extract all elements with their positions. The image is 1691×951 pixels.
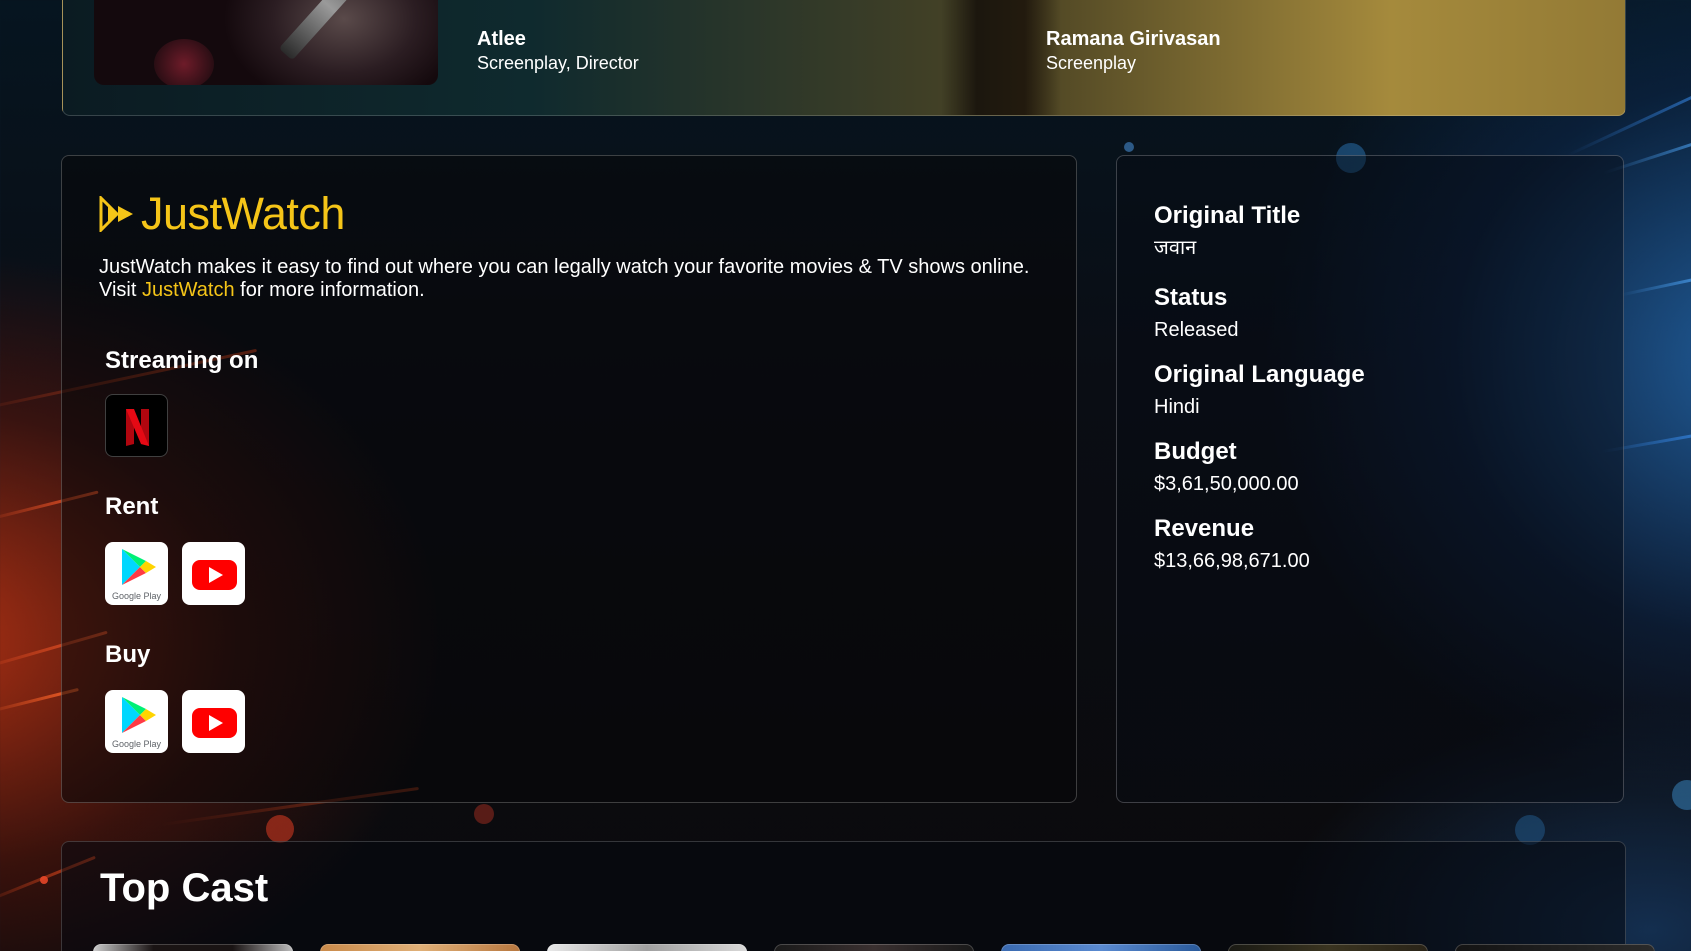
cast-photo[interactable] bbox=[320, 944, 520, 951]
justwatch-play-icon bbox=[99, 196, 133, 232]
youtube-icon[interactable] bbox=[182, 690, 245, 753]
movie-details-card: Original Title जवान Status Released Orig… bbox=[1116, 155, 1624, 803]
cast-photo[interactable] bbox=[1455, 944, 1655, 951]
buy-providers: Google Play bbox=[105, 690, 245, 753]
top-cast-title: Top Cast bbox=[100, 866, 269, 910]
detail-label: Original Language bbox=[1154, 361, 1365, 388]
detail-value: $13,66,98,671.00 bbox=[1154, 550, 1310, 572]
rent-providers: Google Play bbox=[105, 542, 245, 605]
detail-original-title: Original Title जवान bbox=[1154, 202, 1300, 260]
cast-photo[interactable] bbox=[547, 944, 747, 951]
cast-photo[interactable] bbox=[93, 944, 293, 951]
youtube-icon[interactable] bbox=[182, 542, 245, 605]
justwatch-logo-text: JustWatch bbox=[141, 188, 345, 239]
crew-role: Screenplay, Director bbox=[477, 53, 639, 73]
crew-name: Atlee bbox=[477, 28, 526, 50]
detail-value: Released bbox=[1154, 319, 1239, 341]
buy-section-title: Buy bbox=[105, 641, 151, 668]
cast-photo[interactable] bbox=[1228, 944, 1428, 951]
crew-member[interactable]: Atlee Screenplay, Director bbox=[477, 27, 639, 75]
streaming-section-title: Streaming on bbox=[105, 347, 259, 374]
top-cast-card: Top Cast bbox=[61, 841, 1655, 951]
justwatch-logo[interactable]: JustWatch bbox=[99, 189, 345, 239]
description-text: for more information. bbox=[234, 279, 425, 301]
crew-role: Screenplay bbox=[1046, 53, 1137, 73]
google-play-label: Google Play bbox=[111, 739, 162, 749]
justwatch-description: JustWatch makes it easy to find out wher… bbox=[99, 256, 1059, 302]
detail-label: Budget bbox=[1154, 438, 1237, 465]
crew-name: Ramana Girivasan bbox=[1046, 28, 1221, 50]
justwatch-card: JustWatch JustWatch makes it easy to fin… bbox=[61, 155, 1077, 803]
google-play-label: Google Play bbox=[111, 591, 162, 601]
detail-label: Status bbox=[1154, 284, 1228, 311]
google-play-icon[interactable]: Google Play bbox=[105, 542, 168, 605]
cast-photo[interactable] bbox=[1001, 944, 1201, 951]
detail-original-language: Original Language Hindi bbox=[1154, 361, 1365, 419]
rent-section-title: Rent bbox=[105, 493, 159, 520]
movie-poster-image bbox=[94, 0, 438, 85]
detail-value: जवान bbox=[1154, 237, 1197, 259]
detail-value: Hindi bbox=[1154, 396, 1200, 418]
detail-value: $3,61,50,000.00 bbox=[1154, 473, 1299, 495]
detail-budget: Budget $3,61,50,000.00 bbox=[1154, 438, 1299, 496]
crew-member[interactable]: Ramana Girivasan Screenplay bbox=[1046, 27, 1221, 75]
crew-banner: Atlee Screenplay, Director Ramana Giriva… bbox=[62, 0, 1626, 116]
cast-photo[interactable] bbox=[774, 944, 974, 951]
google-play-icon[interactable]: Google Play bbox=[105, 690, 168, 753]
justwatch-link[interactable]: JustWatch bbox=[142, 279, 235, 301]
detail-label: Original Title bbox=[1154, 202, 1301, 229]
detail-revenue: Revenue $13,66,98,671.00 bbox=[1154, 515, 1310, 573]
netflix-icon[interactable] bbox=[105, 394, 168, 457]
detail-status: Status Released bbox=[1154, 284, 1239, 342]
backdrop-figure bbox=[941, 0, 1061, 115]
detail-label: Revenue bbox=[1154, 515, 1255, 542]
streaming-providers bbox=[105, 394, 168, 457]
